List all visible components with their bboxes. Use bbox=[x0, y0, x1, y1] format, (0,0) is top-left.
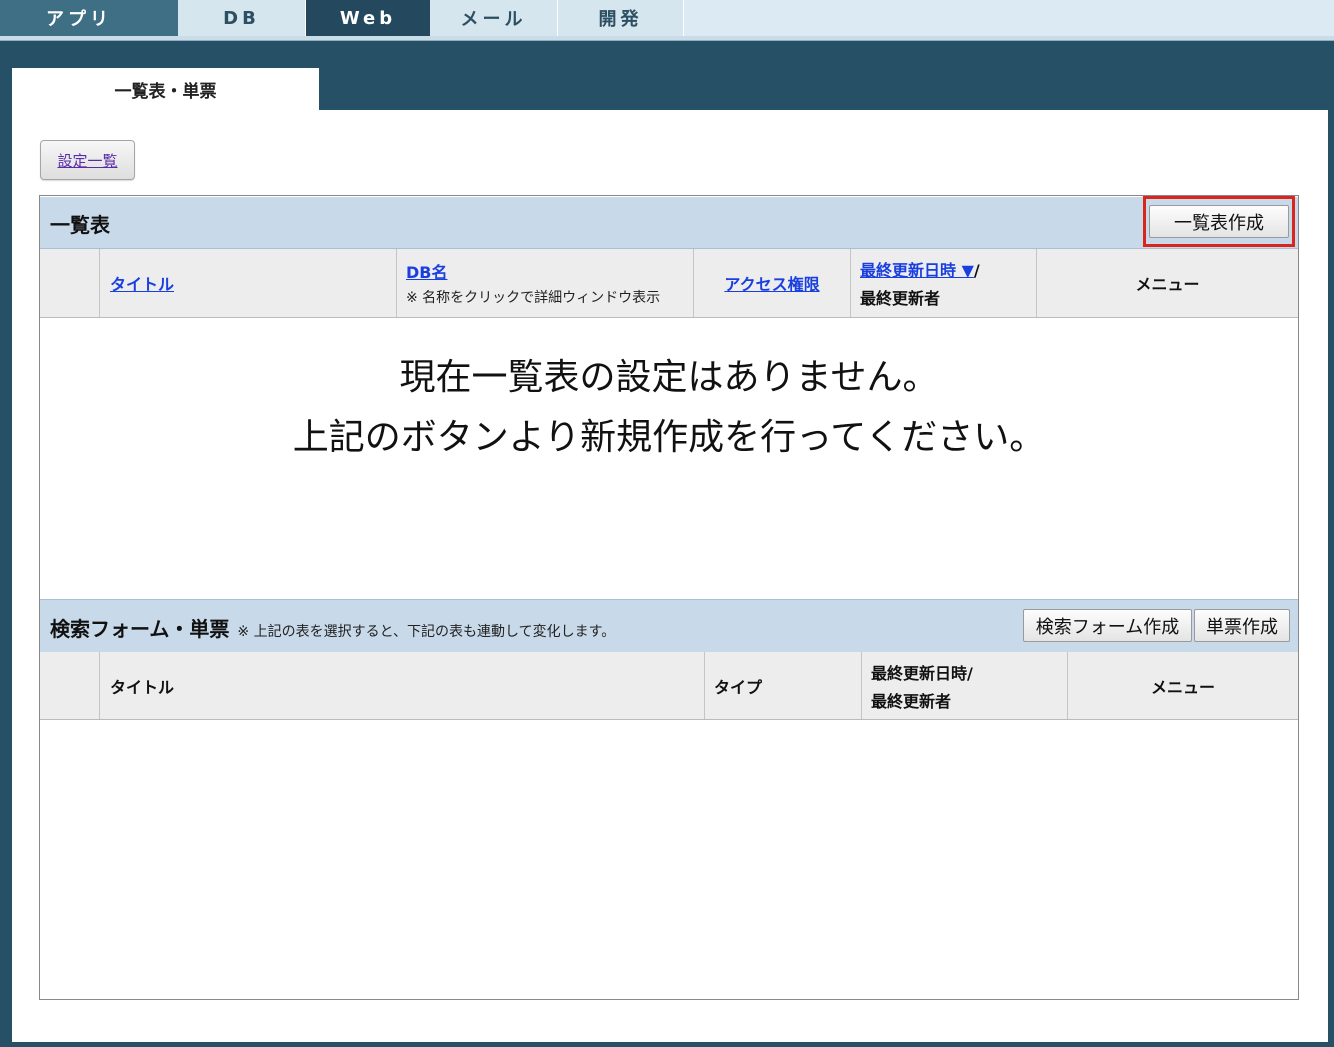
form-col-type: タイプ bbox=[705, 652, 862, 719]
list-col-db-note: ※ 名称をクリックで詳細ウィンドウ表示 bbox=[406, 290, 661, 306]
list-col-updater: 最終更新者 bbox=[860, 289, 941, 308]
list-col-updated-link[interactable]: 最終更新日時 ▼ bbox=[860, 261, 974, 280]
form-col-updated-label: 最終更新日時/ bbox=[871, 663, 973, 683]
list-col-menu: メニュー bbox=[1135, 275, 1200, 294]
create-search-form-button[interactable]: 検索フォーム作成 bbox=[1023, 609, 1192, 642]
empty-message-line2: 上記のボタンより新規作成を行ってください。 bbox=[292, 417, 1046, 458]
form-section-title-wrap: 検索フォーム・単票 ※ 上記の表を選択すると、下記の表も連動して変化します。 bbox=[50, 613, 615, 642]
form-col-menu: メニュー bbox=[1150, 677, 1215, 697]
tab-web[interactable]: Web bbox=[306, 0, 430, 36]
form-col-updater: 最終更新者 bbox=[871, 691, 952, 711]
empty-message-line1: 現在一覧表の設定はありません。 bbox=[399, 357, 939, 398]
list-col-db-link[interactable]: DB名 bbox=[406, 259, 693, 283]
highlight-box bbox=[1143, 196, 1295, 247]
list-col-blank bbox=[40, 249, 100, 317]
tab-db[interactable]: DB bbox=[178, 0, 306, 36]
list-col-updated: 最終更新日時 ▼/ 最終更新者 bbox=[851, 249, 1037, 317]
tab-dev[interactable]: 開発 bbox=[558, 0, 684, 36]
form-col-updated: 最終更新日時/ 最終更新者 bbox=[862, 652, 1068, 719]
list-table-header: タイトル DB名 ※ 名称をクリックで詳細ウィンドウ表示 アクセス権限 最終更新… bbox=[40, 249, 1298, 318]
list-section-title: 一覧表 bbox=[50, 213, 110, 237]
settings-list-button[interactable]: 設定一覧 bbox=[40, 140, 135, 180]
list-col-access: アクセス権限 bbox=[694, 249, 851, 317]
list-section-header: 一覧表 bbox=[40, 197, 1298, 249]
form-col-title: タイトル bbox=[100, 652, 705, 719]
form-table-header: タイトル タイプ 最終更新日時/ 最終更新者 メニュー bbox=[40, 652, 1298, 720]
empty-message: 現在一覧表の設定はありません。 上記のボタンより新規作成を行ってください。 bbox=[40, 348, 1298, 468]
subtab-list-forms[interactable]: 一覧表・単票 bbox=[12, 68, 319, 111]
create-single-form-button[interactable]: 単票作成 bbox=[1194, 609, 1290, 642]
form-section-title: 検索フォーム・単票 bbox=[50, 617, 230, 641]
list-col-db: DB名 ※ 名称をクリックで詳細ウィンドウ表示 bbox=[397, 249, 694, 317]
list-col-access-link[interactable]: アクセス権限 bbox=[724, 271, 819, 295]
list-col-title: タイトル bbox=[100, 249, 397, 317]
list-col-title-link[interactable]: タイトル bbox=[110, 271, 396, 295]
top-nav-divider bbox=[0, 36, 1334, 41]
form-section-note: ※ 上記の表を選択すると、下記の表も連動して変化します。 bbox=[237, 624, 616, 640]
tab-app[interactable]: アプリ bbox=[0, 0, 178, 36]
tab-mail[interactable]: メール bbox=[430, 0, 558, 36]
list-col-updated-slash: / bbox=[973, 261, 980, 280]
form-col-blank bbox=[40, 652, 100, 719]
